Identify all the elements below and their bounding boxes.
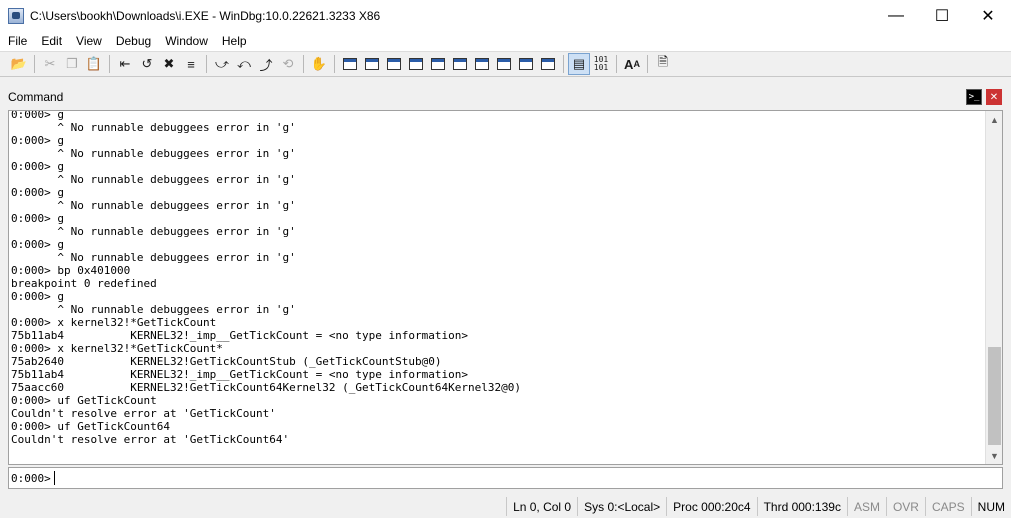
memory-window-icon[interactable] <box>427 53 449 75</box>
output-line: 0:000> bp 0x401000 <box>11 264 131 277</box>
registers-window-icon[interactable] <box>405 53 427 75</box>
output-line: ^ No runnable debuggees error in 'g' <box>11 147 296 160</box>
toolbar: 📂 ✂ ❐ 📋 ⇤ ↺ ✖ ≡ ⤻ ⤺ ⤴ ⟲ ✋ ▤ 101 101 AA 🗎 <box>0 51 1011 77</box>
breakpoint-hand-icon[interactable]: ✋ <box>308 53 330 75</box>
minimize-button[interactable]: — <box>873 0 919 31</box>
status-ovr: OVR <box>885 497 925 516</box>
status-asm: ASM <box>846 497 886 516</box>
command-pane-header: Command >_ ✕ <box>0 85 1011 109</box>
output-line: 0:000> g <box>11 110 64 121</box>
restart-icon[interactable]: ↺ <box>136 53 158 75</box>
output-line: ^ No runnable debuggees error in 'g' <box>11 121 296 134</box>
output-line: Couldn't resolve error at 'GetTickCount' <box>11 407 276 420</box>
cut-icon[interactable]: ✂ <box>39 53 61 75</box>
step-over-icon[interactable]: ⤺ <box>233 53 255 75</box>
step-into-icon[interactable]: ⤻ <box>211 53 233 75</box>
output-line: ^ No runnable debuggees error in 'g' <box>11 225 296 238</box>
output-line: 0:000> x kernel32!*GetTickCount <box>11 316 217 329</box>
windbg-app-icon[interactable] <box>8 7 24 24</box>
command-prompt: 0:000> <box>11 471 51 485</box>
processes-threads-icon[interactable] <box>515 53 537 75</box>
toolbar-separator <box>206 55 207 73</box>
command-input[interactable]: 0:000> <box>8 467 1003 489</box>
hex-display-icon[interactable]: 101 101 <box>590 53 612 75</box>
window-title: C:\Users\bookh\Downloads\i.EXE - WinDbg:… <box>30 8 381 23</box>
stop-debugging-icon[interactable]: ✖ <box>158 53 180 75</box>
status-num: NUM <box>970 497 1011 516</box>
output-line: 0:000> uf GetTickCount64 <box>11 420 170 433</box>
status-sys: Sys 0:<Local> <box>577 497 666 516</box>
output-line: Couldn't resolve error at 'GetTickCount6… <box>11 433 290 446</box>
command-output[interactable]: 0:000> g ^ No runnable debuggees error i… <box>8 110 1003 465</box>
toolbar-separator <box>616 55 617 73</box>
command-browser-icon[interactable] <box>537 53 559 75</box>
output-line: 75b11ab4 KERNEL32!_imp__GetTickCount = <… <box>11 368 468 381</box>
output-line: 0:000> g <box>11 186 64 199</box>
title-bar: C:\Users\bookh\Downloads\i.EXE - WinDbg:… <box>0 0 1011 31</box>
watch-window-icon[interactable] <box>361 53 383 75</box>
close-pane-icon[interactable]: ✕ <box>986 89 1002 105</box>
command-window-icon[interactable] <box>339 53 361 75</box>
status-bar: Ln 0, Col 0 Sys 0:<Local> Proc 000:20c4 … <box>0 495 1011 518</box>
break-icon[interactable]: ≡ <box>180 53 202 75</box>
copy-icon[interactable]: ❐ <box>61 53 83 75</box>
toolbar-separator <box>647 55 648 73</box>
toolbar-separator <box>303 55 304 73</box>
output-line: 75ab2640 KERNEL32!GetTickCountStub (_Get… <box>11 355 442 368</box>
options-icon[interactable]: 🗎 <box>652 53 674 75</box>
text-caret <box>53 471 55 485</box>
output-line: 0:000> g <box>11 212 64 225</box>
output-line: ^ No runnable debuggees error in 'g' <box>11 251 296 264</box>
command-output-text: 0:000> g ^ No runnable debuggees error i… <box>11 110 521 446</box>
run-to-cursor-icon[interactable]: ⟲ <box>277 53 299 75</box>
go-icon[interactable]: ⇤ <box>114 53 136 75</box>
output-line: 75aacc60 KERNEL32!GetTickCount64Kernel32… <box>11 381 521 394</box>
output-line: 0:000> g <box>11 160 64 173</box>
toolbar-separator <box>563 55 564 73</box>
disassembly-window-icon[interactable] <box>471 53 493 75</box>
status-caps: CAPS <box>924 497 971 516</box>
menu-bar: File Edit View Debug Window Help <box>0 31 1011 51</box>
output-line: 0:000> g <box>11 238 64 251</box>
maximize-button[interactable]: ☐ <box>919 0 965 31</box>
pane-title: Command <box>8 90 64 104</box>
output-line: ^ No runnable debuggees error in 'g' <box>11 303 296 316</box>
menu-file[interactable]: File <box>1 34 34 48</box>
toolbar-separator <box>34 55 35 73</box>
output-line: ^ No runnable debuggees error in 'g' <box>11 199 296 212</box>
font-icon[interactable]: AA <box>621 53 643 75</box>
output-line: 0:000> x kernel32!*GetTickCount* <box>11 342 223 355</box>
menu-edit[interactable]: Edit <box>34 34 69 48</box>
scroll-thumb[interactable] <box>988 347 1001 445</box>
menu-help[interactable]: Help <box>215 34 254 48</box>
open-folder-icon[interactable]: 📂 <box>8 53 30 75</box>
scroll-up-icon[interactable]: ▲ <box>986 111 1002 128</box>
scratch-pad-icon[interactable] <box>493 53 515 75</box>
scroll-down-icon[interactable]: ▼ <box>986 447 1002 464</box>
menu-view[interactable]: View <box>69 34 109 48</box>
output-line: ^ No runnable debuggees error in 'g' <box>11 173 296 186</box>
output-line: 0:000> g <box>11 290 64 303</box>
menu-debug[interactable]: Debug <box>109 34 158 48</box>
status-position: Ln 0, Col 0 <box>506 497 577 516</box>
output-line: 0:000> uf GetTickCount <box>11 394 157 407</box>
output-line: 75b11ab4 KERNEL32!_imp__GetTickCount = <… <box>11 329 468 342</box>
step-out-icon[interactable]: ⤴ <box>255 53 277 75</box>
output-line: 0:000> g <box>11 134 64 147</box>
call-stack-window-icon[interactable] <box>449 53 471 75</box>
paste-icon[interactable]: 📋 <box>83 53 105 75</box>
status-thrd: Thrd 000:139c <box>756 497 847 516</box>
menu-window[interactable]: Window <box>158 34 215 48</box>
toolbar-separator <box>334 55 335 73</box>
locals-window-icon[interactable] <box>383 53 405 75</box>
toolbar-separator <box>109 55 110 73</box>
source-mode-icon[interactable]: ▤ <box>568 53 590 75</box>
terminal-icon[interactable]: >_ <box>966 89 982 105</box>
output-line: breakpoint 0 redefined <box>11 277 157 290</box>
vertical-scrollbar[interactable]: ▲ ▼ <box>985 111 1002 464</box>
close-window-button[interactable]: ✕ <box>965 0 1011 31</box>
status-proc: Proc 000:20c4 <box>666 497 756 516</box>
